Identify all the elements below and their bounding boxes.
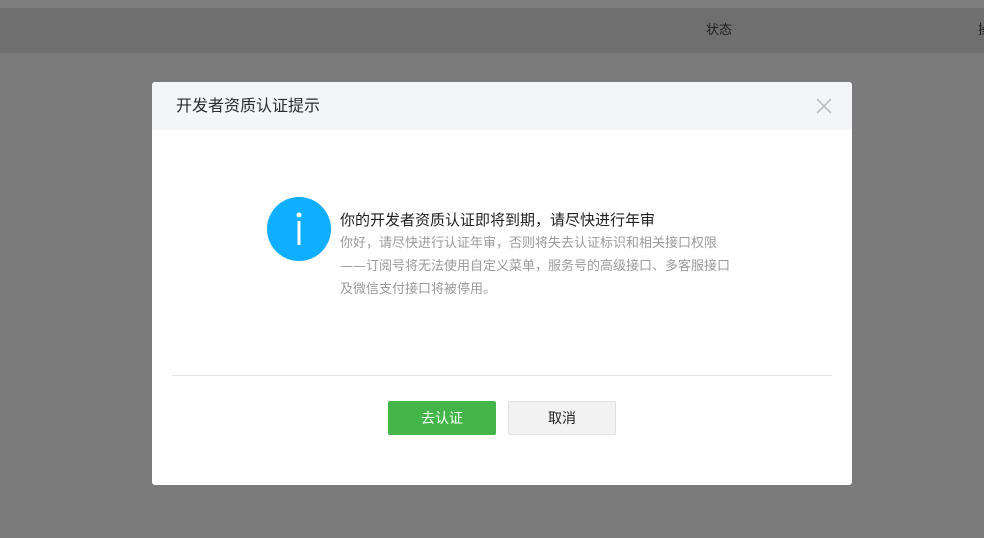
close-icon[interactable]: [814, 96, 834, 116]
confirm-certify-button[interactable]: 去认证: [388, 401, 496, 435]
message-title: 你的开发者资质认证即将到期，请尽快进行年审: [340, 211, 656, 229]
info-icon: [267, 197, 331, 261]
dialog-title: 开发者资质认证提示: [176, 96, 321, 115]
cancel-button[interactable]: 取消: [508, 401, 616, 435]
table-header-status: 状态: [706, 23, 733, 38]
dialog-divider: [172, 375, 832, 376]
background-top-strip: [0, 0, 984, 8]
table-header-action: 操: [978, 22, 984, 40]
background-table-header: [0, 8, 984, 53]
certification-dialog: 开发者资质认证提示 你的开发者资质认证即将到期，请尽快进行年审 你好，请尽快进行…: [152, 82, 852, 485]
message-description: 你好，请尽快进行认证年审，否则将失去认证标识和相关接口权限——订阅号将无法使用自…: [340, 236, 731, 297]
dialog-header: 开发者资质认证提示: [152, 82, 852, 130]
